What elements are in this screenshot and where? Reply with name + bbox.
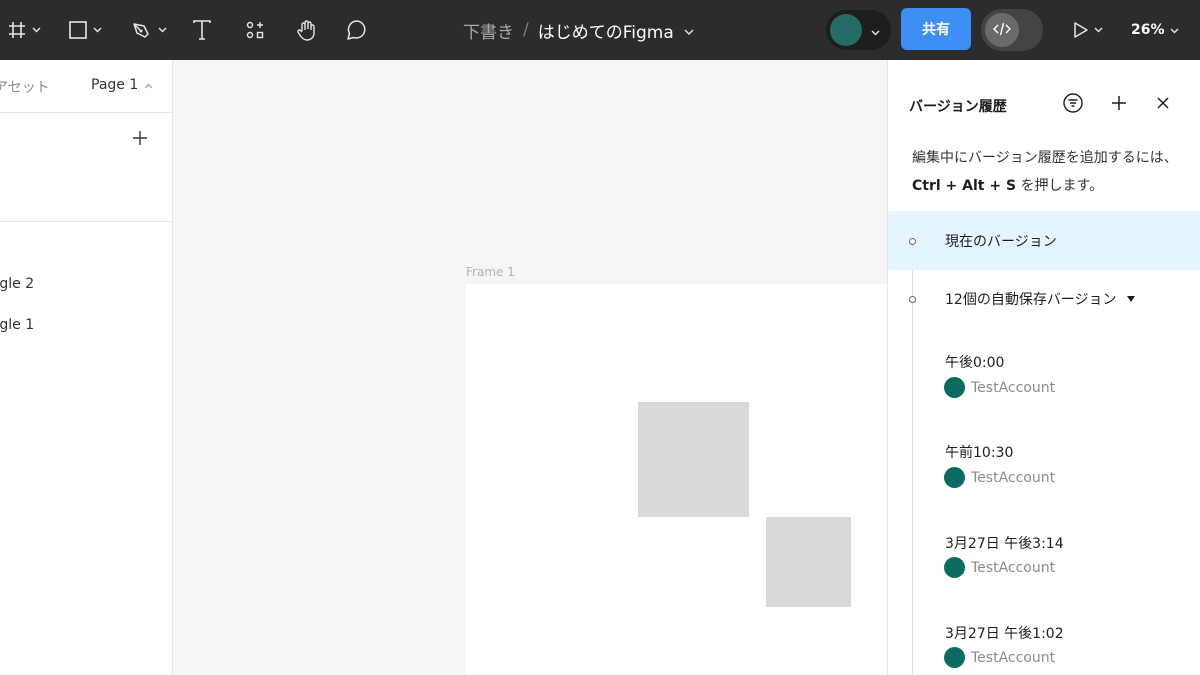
resources-icon bbox=[245, 20, 265, 40]
frame-tool-button[interactable] bbox=[7, 14, 41, 46]
add-page-button[interactable] bbox=[130, 128, 150, 148]
version-history-panel: バージョン履歴 編集中にバージョン履歴を追加するには、 Ctrl + Alt +… bbox=[887, 60, 1200, 675]
author-name: TestAccount bbox=[971, 559, 1056, 576]
text-icon bbox=[192, 19, 212, 41]
help-text: 編集中にバージョン履歴を追加するには、 Ctrl + Alt + S を押します… bbox=[912, 144, 1182, 200]
shortcut-text: Ctrl + Alt + S bbox=[912, 178, 1017, 194]
zoom-level: 26% bbox=[1131, 22, 1165, 38]
present-button[interactable] bbox=[1073, 14, 1103, 46]
version-author: TestAccount bbox=[944, 377, 1055, 398]
version-time: 午後0:00 bbox=[945, 355, 1005, 371]
file-title[interactable]: 下書き / はじめてのFigma bbox=[463, 0, 694, 60]
version-author: TestAccount bbox=[944, 647, 1055, 668]
frame-icon bbox=[7, 20, 27, 40]
multiplayer-avatars[interactable] bbox=[826, 10, 891, 50]
plus-icon bbox=[1109, 93, 1129, 117]
pen-tool-button[interactable] bbox=[131, 14, 167, 46]
version-time: 3月27日 午後1:02 bbox=[945, 626, 1064, 642]
current-version-row[interactable]: 現在のバージョン bbox=[888, 211, 1200, 270]
chevron-down-icon bbox=[93, 27, 102, 33]
version-time: 午前10:30 bbox=[945, 445, 1014, 461]
filter-icon bbox=[1062, 92, 1084, 118]
hand-icon bbox=[295, 18, 319, 42]
panel-title: バージョン履歴 bbox=[909, 99, 1007, 115]
page-selector-label: Page 1 bbox=[91, 77, 139, 93]
author-name: TestAccount bbox=[971, 379, 1056, 396]
frame[interactable] bbox=[466, 284, 887, 675]
add-version-button[interactable] bbox=[1108, 94, 1130, 116]
zoom-menu[interactable]: 26% bbox=[1131, 0, 1179, 60]
dev-mode-toggle[interactable] bbox=[981, 9, 1043, 51]
timeline-dot bbox=[909, 238, 916, 245]
page-selector[interactable]: Page 1 bbox=[91, 77, 153, 93]
file-name[interactable]: はじめてのFigma bbox=[538, 18, 674, 43]
layer-item-rectangle-1[interactable]: Rectangle 1 bbox=[0, 317, 34, 333]
avatar bbox=[944, 647, 965, 668]
layer-item-rectangle-2[interactable]: Rectangle 2 bbox=[0, 276, 34, 292]
chevron-down-icon bbox=[1170, 22, 1179, 38]
divider bbox=[0, 112, 172, 113]
close-icon bbox=[1155, 95, 1171, 115]
avatar bbox=[944, 557, 965, 578]
canvas[interactable]: Frame 1 bbox=[173, 60, 887, 675]
chevron-down-icon bbox=[871, 21, 880, 40]
author-name: TestAccount bbox=[971, 469, 1056, 486]
shape-tool-button[interactable] bbox=[68, 14, 102, 46]
shape-icon bbox=[68, 20, 88, 40]
chevron-down-icon bbox=[158, 27, 167, 33]
plus-icon bbox=[130, 131, 150, 152]
avatar bbox=[944, 467, 965, 488]
rectangle-1[interactable] bbox=[638, 402, 749, 517]
version-time: 3月27日 午後3:14 bbox=[945, 536, 1064, 552]
timeline-dot bbox=[909, 296, 916, 303]
toolbar: 下書き / はじめてのFigma 共有 26% bbox=[0, 0, 1200, 60]
version-author: TestAccount bbox=[944, 557, 1055, 578]
breadcrumb-separator: / bbox=[523, 20, 529, 40]
close-panel-button[interactable] bbox=[1152, 94, 1174, 116]
version-author: TestAccount bbox=[944, 467, 1055, 488]
autosave-count-text: 12個の自動保存バージョン bbox=[945, 292, 1117, 308]
drafts-link[interactable]: 下書き bbox=[463, 18, 514, 43]
dev-mode-knob bbox=[985, 13, 1019, 47]
tab-assets[interactable]: アセット bbox=[0, 77, 50, 97]
chevron-down-icon bbox=[32, 27, 41, 33]
divider bbox=[0, 221, 172, 222]
frame-label[interactable]: Frame 1 bbox=[466, 265, 515, 279]
autosave-group-label: 12個の自動保存バージョン bbox=[945, 289, 1135, 309]
play-icon bbox=[1073, 21, 1089, 39]
rectangle-2[interactable] bbox=[766, 517, 851, 607]
chevron-up-icon bbox=[144, 77, 153, 93]
hand-tool-button[interactable] bbox=[295, 14, 319, 46]
text-tool-button[interactable] bbox=[192, 14, 212, 46]
share-button[interactable]: 共有 bbox=[901, 8, 971, 50]
avatar[interactable] bbox=[830, 14, 862, 46]
code-icon bbox=[993, 21, 1011, 40]
help-text-prefix: 編集中にバージョン履歴を追加するには、 bbox=[912, 150, 1178, 166]
filter-button[interactable] bbox=[1062, 92, 1084, 118]
current-version-label: 現在のバージョン bbox=[945, 234, 1057, 250]
pen-icon bbox=[131, 20, 153, 40]
timeline-line bbox=[912, 242, 913, 675]
comment-icon bbox=[346, 19, 368, 41]
resources-tool-button[interactable] bbox=[245, 14, 265, 46]
chevron-down-icon bbox=[1094, 27, 1103, 33]
comment-tool-button[interactable] bbox=[346, 14, 368, 46]
caret-down-icon[interactable] bbox=[1126, 296, 1135, 302]
author-name: TestAccount bbox=[971, 649, 1056, 666]
help-text-suffix: を押します。 bbox=[1020, 178, 1104, 194]
chevron-down-icon[interactable] bbox=[684, 20, 694, 40]
avatar bbox=[944, 377, 965, 398]
left-sidebar: アセット Page 1 Rectangle 2 Rectangle 1 bbox=[0, 60, 173, 675]
